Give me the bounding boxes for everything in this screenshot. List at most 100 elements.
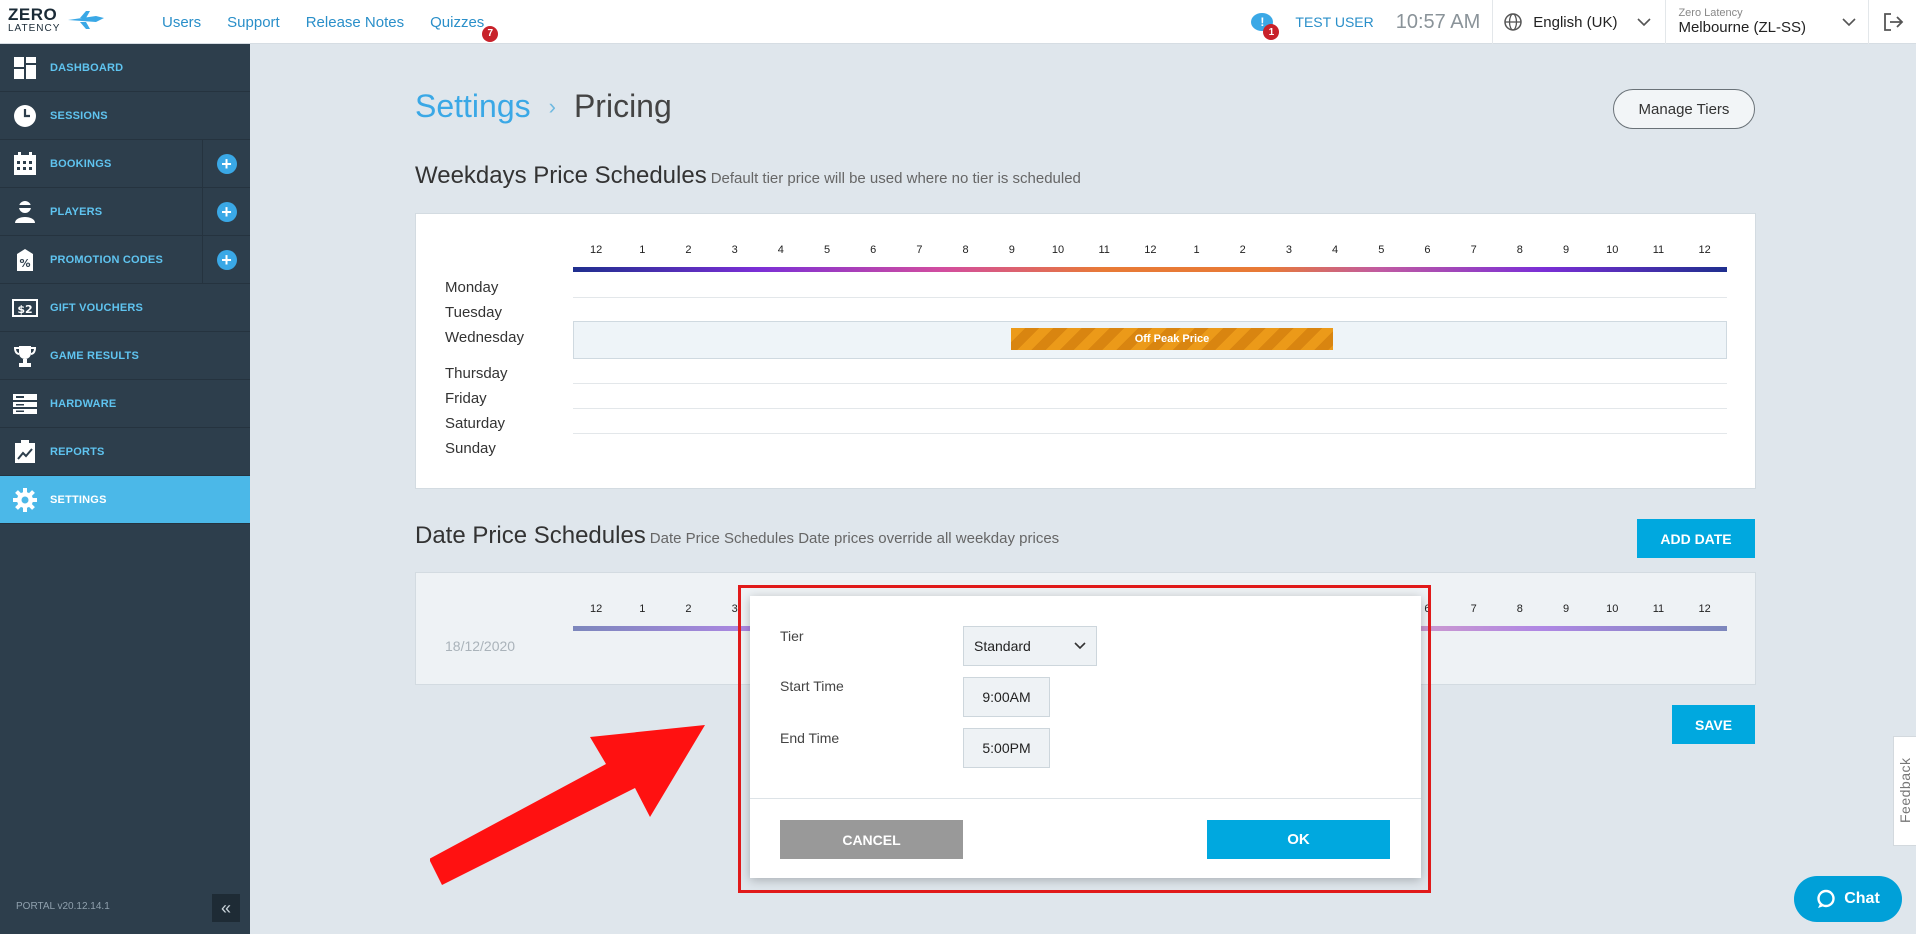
chevron-down-icon [1637,18,1652,27]
plus-icon: + [216,201,237,222]
ok-button[interactable]: OK [1207,820,1390,859]
red-annotation-arrow-icon [430,725,705,885]
hour-tick-label: 2 [685,603,692,615]
sidebar-item-label: REPORTS [50,445,105,458]
hour-tick-label: 11 [1652,244,1665,256]
row-divider [573,408,1727,409]
tier-select-value: Standard [974,638,1031,654]
zero-latency-logo[interactable]: ZERO LATENCY [8,5,104,38]
day-label-thursday: Thursday [445,365,508,382]
voucher-icon: $2 [12,295,38,321]
sidebar: DASHBOARD SESSIONS BOOKINGS + PLAYERS + … [0,44,250,934]
plus-icon: + [216,153,237,174]
cancel-button[interactable]: CANCEL [780,820,963,859]
breadcrumb: Settings › Pricing [415,88,672,125]
day-label-friday: Friday [445,390,487,407]
hour-tick-label: 4 [1332,244,1339,256]
clock-icon [12,103,38,129]
nav-users[interactable]: Users [162,14,201,31]
hour-tick-label: 2 [685,244,692,256]
save-button[interactable]: SAVE [1672,705,1755,744]
language-select[interactable]: English (UK) [1492,0,1665,44]
location-value: Melbourne (ZL-SS) [1678,19,1806,36]
sidebar-item-label: PROMOTION CODES [50,253,164,266]
hour-tick-label: 10 [1051,244,1065,256]
nav-quizzes[interactable]: Quizzes 7 [430,14,499,42]
tier-select[interactable]: Standard [963,626,1097,666]
location-select[interactable]: Zero Latency Melbourne (ZL-SS) [1665,0,1868,44]
start-time-input[interactable]: 9:00AM [963,677,1050,717]
day-label-saturday: Saturday [445,415,506,432]
sidebar-item-dashboard[interactable]: DASHBOARD [0,44,250,92]
top-nav: Users Support Release Notes Quizzes 7 [162,0,499,44]
hour-tick-label: 9 [1562,244,1570,256]
nav-release-notes[interactable]: Release Notes [306,14,404,31]
calendar-icon [12,151,38,177]
language-value: English (UK) [1533,13,1618,31]
hour-tick-label: 10 [1606,244,1619,256]
top-bar: ZERO LATENCY Users Support Release Notes… [0,0,1916,44]
schedule-date: 18/12/2020 [445,638,516,654]
top-right-area: ! 1 TEST USER 10:57 AM English (UK) Zero… [1249,0,1916,44]
percent-tag-icon: % [12,247,38,273]
weekdays-section-title: Weekdays Price Schedules Default tier pri… [415,162,1081,190]
hour-tick-label: 12 [589,603,603,615]
hour-tick-label: 3 [731,244,738,256]
day-label-monday: Monday [445,279,499,296]
sidebar-item-settings[interactable]: SETTINGS [0,476,250,524]
notification-button[interactable]: ! 1 [1249,7,1280,40]
off-peak-price-block[interactable]: Off Peak Price [1011,328,1333,350]
portal-version: PORTAL v20.12.14.1 [16,901,110,912]
time-slot-dialog: Tier Standard Start Time 9:00AM End Time… [750,596,1421,878]
hour-tick-label: 12 [1144,244,1157,256]
user-menu[interactable]: TEST USER [1295,14,1373,30]
sidebar-item-reports[interactable]: REPORTS [0,428,250,476]
hour-tick-label: 8 [1516,244,1523,256]
sidebar-item-label: PLAYERS [50,205,103,218]
weekday-timeline-bar [573,267,1727,272]
server-icon [12,391,38,417]
report-icon [12,439,38,465]
sidebar-item-bookings[interactable]: BOOKINGS + [0,140,250,188]
hour-tick-label: 9 [1562,603,1570,615]
player-icon [12,199,38,225]
hour-tick-label: 12 [1698,603,1711,615]
tier-label: Tier [780,628,804,644]
hour-tick-label: 5 [1378,244,1385,256]
chat-button[interactable]: Chat [1794,876,1902,922]
row-divider [573,297,1727,298]
weekdays-subtitle: Default tier price will be used where no… [710,170,1081,187]
add-promotion-code-button[interactable]: + [202,236,250,283]
gear-icon [12,487,38,513]
trophy-icon [12,343,38,369]
hour-tick-label: 12 [589,244,603,256]
add-booking-button[interactable]: + [202,140,250,187]
logout-button[interactable] [1868,0,1916,44]
collapse-sidebar-button[interactable]: « [212,894,240,922]
sidebar-item-promotion-codes[interactable]: % PROMOTION CODES + [0,236,250,284]
add-player-button[interactable]: + [202,188,250,235]
manage-tiers-button[interactable]: Manage Tiers [1613,89,1755,129]
add-date-button[interactable]: ADD DATE [1637,519,1755,558]
sidebar-item-sessions[interactable]: SESSIONS [0,92,250,140]
sidebar-item-game-results[interactable]: GAME RESULTS [0,332,250,380]
sidebar-item-players[interactable]: PLAYERS + [0,188,250,236]
hour-tick-label: 6 [1424,244,1431,256]
hour-tick-label: 5 [823,244,831,256]
feedback-tab[interactable]: Feedback [1893,736,1916,846]
sidebar-item-hardware[interactable]: HARDWARE [0,380,250,428]
hour-tick-label: 7 [916,244,923,256]
end-time-input[interactable]: 5:00PM [963,728,1050,768]
logout-icon [1883,13,1903,31]
hour-tick-label: 4 [777,244,784,256]
nav-support[interactable]: Support [227,14,280,31]
hour-tick-label: 8 [1516,603,1523,615]
day-label-sunday: Sunday [445,440,496,457]
sidebar-item-label: HARDWARE [50,397,117,410]
chat-label: Chat [1844,890,1880,907]
sidebar-item-label: SESSIONS [50,109,108,122]
location-org: Zero Latency [1678,7,1743,19]
sidebar-item-gift-vouchers[interactable]: $2 GIFT VOUCHERS [0,284,250,332]
logo-text-top: ZERO [8,5,58,24]
breadcrumb-settings-link[interactable]: Settings [415,88,531,125]
